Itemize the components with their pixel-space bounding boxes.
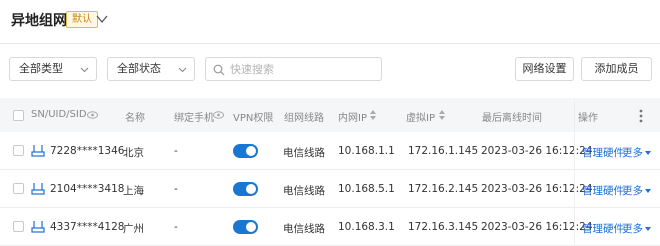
row-sn: 4337****4128 (50, 221, 125, 233)
row-virtual-ip: 172.16.2.145 (408, 183, 479, 195)
eye-icon[interactable] (213, 111, 224, 119)
row-line: 电信线路 (283, 223, 325, 235)
row-lan-ip: 10.168.5.1 (338, 183, 395, 195)
manage-hardware-link[interactable]: 管理硬件 (582, 221, 624, 236)
row-name: 北京 (123, 147, 144, 159)
vpn-toggle[interactable] (233, 144, 258, 158)
row-line: 电信线路 (283, 185, 325, 197)
row-phone: - (174, 183, 178, 195)
col-line: 组网线路 (284, 113, 324, 124)
chevron-down-icon (80, 67, 89, 73)
row-line: 电信线路 (283, 147, 325, 159)
col-virtual-ip: 虚拟IP (406, 113, 435, 124)
col-last-online: 最后离线时间 (482, 113, 542, 124)
more-label: 更多 (622, 185, 643, 197)
col-lan-ip: 内网IP (338, 113, 367, 124)
search-icon (213, 64, 225, 76)
row-lan-ip: 10.168.3.1 (338, 221, 395, 233)
status-select[interactable]: 全部状态 (107, 57, 195, 81)
row-name: 广州 (123, 223, 144, 235)
table-row: 4337****4128 广州 - 电信线路 10.168.3.1 172.16… (0, 208, 660, 246)
col-actions: 操作 (578, 113, 598, 124)
type-select-value: 全部类型 (19, 62, 63, 75)
table-header: SN/UID/SID 名称 绑定手机 VPN权限 组网线路 内网IP 虚拟IP … (0, 98, 660, 132)
column-divider (574, 98, 575, 246)
row-phone: - (174, 145, 178, 157)
vpn-toggle[interactable] (233, 182, 258, 196)
page-title: 异地组网 (11, 13, 67, 29)
select-all-checkbox[interactable] (13, 110, 24, 121)
row-name: 上海 (123, 185, 144, 197)
more-vertical-icon[interactable] (639, 109, 643, 123)
sort-icon[interactable] (370, 110, 376, 120)
row-lan-ip: 10.168.1.1 (338, 145, 395, 157)
row-checkbox[interactable] (13, 183, 24, 194)
table-row: 2104****3418 上海 - 电信线路 10.168.5.1 172.16… (0, 170, 660, 208)
row-phone: - (174, 221, 178, 233)
row-virtual-ip: 172.16.3.145 (408, 221, 479, 233)
row-last-online: 2023-03-26 16:12:24 (481, 221, 593, 233)
more-label: 更多 (622, 147, 643, 159)
more-dropdown[interactable]: 更多 (622, 221, 651, 236)
router-icon (31, 221, 45, 233)
status-select-value: 全部状态 (117, 62, 161, 75)
page-header: 异地组网 默认 (0, 0, 660, 44)
caret-down-icon (645, 189, 651, 193)
manage-hardware-link[interactable]: 管理硬件 (582, 145, 624, 160)
table-row: 7228****1346 北京 - 电信线路 10.168.1.1 172.16… (0, 132, 660, 170)
toggle-knob (246, 146, 256, 156)
default-badge: 默认 (66, 11, 98, 28)
router-icon (31, 145, 45, 157)
search-box (205, 57, 382, 81)
add-member-button[interactable]: 添加成员 (581, 57, 652, 81)
row-virtual-ip: 172.16.1.145 (408, 145, 479, 157)
row-sn: 7228****1346 (50, 145, 125, 157)
toggle-knob (246, 184, 256, 194)
row-sn: 2104****3418 (50, 183, 125, 195)
caret-down-icon (645, 227, 651, 231)
search-input[interactable] (230, 61, 375, 77)
col-phone: 绑定手机 (174, 113, 214, 124)
chevron-down-icon (178, 67, 187, 73)
more-dropdown[interactable]: 更多 (622, 183, 651, 198)
type-select[interactable]: 全部类型 (9, 57, 97, 81)
eye-icon[interactable] (87, 111, 98, 119)
router-icon (31, 183, 45, 195)
sort-icon[interactable] (439, 110, 445, 120)
row-checkbox[interactable] (13, 221, 24, 232)
chevron-down-icon[interactable] (95, 12, 109, 26)
col-vpn: VPN权限 (233, 113, 274, 124)
col-name: 名称 (125, 113, 145, 124)
network-settings-button[interactable]: 网络设置 (515, 57, 574, 81)
more-label: 更多 (622, 223, 643, 235)
manage-hardware-link[interactable]: 管理硬件 (582, 183, 624, 198)
toggle-knob (246, 222, 256, 232)
caret-down-icon (645, 151, 651, 155)
col-sn: SN/UID/SID (31, 109, 87, 120)
vpn-toggle[interactable] (233, 220, 258, 234)
more-dropdown[interactable]: 更多 (622, 145, 651, 160)
row-checkbox[interactable] (13, 145, 24, 156)
row-last-online: 2023-03-26 16:12:24 (481, 183, 593, 195)
row-last-online: 2023-03-26 16:12:24 (481, 145, 593, 157)
